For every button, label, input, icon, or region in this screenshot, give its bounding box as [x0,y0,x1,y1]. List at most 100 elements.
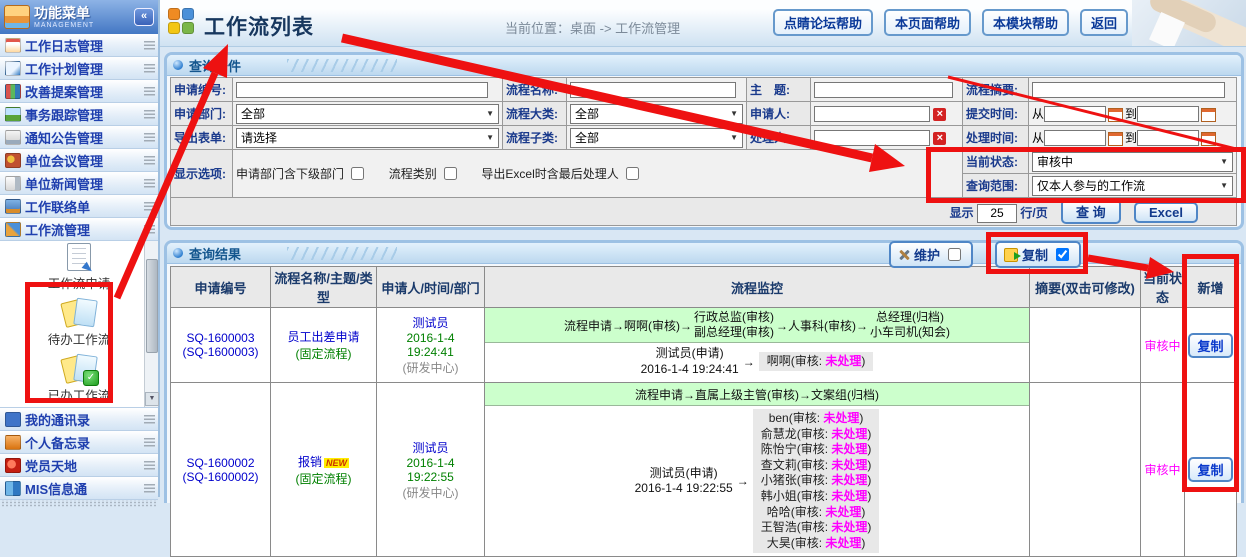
applicant-input[interactable] [814,106,930,122]
flow-category-select[interactable]: 全部▼ [570,104,743,124]
pending-handlers-box: ben(审核: 未处理)俞慧龙(审核: 未处理)陈怡宁(审核: 未处理)查文莉(… [753,409,880,553]
search-panel-title: 查询条件 [189,56,241,75]
option-include-subdept[interactable]: 申请部门含下级部门 [236,167,367,181]
collapse-sidebar-button[interactable]: « [134,8,154,26]
caret-down-icon: ▼ [486,133,494,142]
forum-help-button[interactable]: 点睛论坛帮助 [773,9,873,36]
sidebar-title: 功能菜单 [34,6,130,20]
submenu-scrollbar[interactable]: ▼ [144,241,158,407]
option-flow-type[interactable]: 流程类别 [389,167,460,181]
handler-input[interactable] [814,130,930,146]
sidebar-item-party[interactable]: 党员天地 [0,454,158,477]
sidebar-item-notice[interactable]: 通知公告管理 [0,126,158,149]
row-copy-button[interactable]: 复制 [1188,333,1232,358]
flow-subcategory-select[interactable]: 全部▼ [570,128,743,148]
flow-monitor-cell: 流程申请→啊啊(审核)→ 行政总监(审核)副总经理(审核) →人事科(审核)→ … [485,308,1030,383]
handle-from-input[interactable] [1044,130,1106,146]
sidebar-item-work-plan[interactable]: 工作计划管理 [0,57,158,80]
query-button[interactable]: 查 询 [1061,199,1121,224]
current-status-select[interactable]: 审核中 ▼ [1032,152,1233,172]
submit-from-input[interactable] [1044,106,1106,122]
sidebar-item-task-tracking[interactable]: 事务跟踪管理 [0,103,158,126]
submenu-label: 工作流申请 [48,273,111,292]
copy-checkbox[interactable] [1056,248,1069,261]
sidebar-item-label: 工作日志管理 [25,36,140,55]
drag-handle-icon [144,87,155,96]
handle-to-input[interactable] [1137,130,1199,146]
sidebar-item-memo[interactable]: 个人备忘录 [0,431,158,454]
flow-type-checkbox[interactable] [444,167,457,180]
flow-name-cell[interactable]: 报销NEW(固定流程) [271,383,377,557]
sidebar-item-meeting[interactable]: 单位会议管理 [0,149,158,172]
calendar-icon[interactable] [1108,132,1123,146]
sidebar-item-work-log[interactable]: 工作日志管理 [0,34,158,57]
panel-bullet-icon [173,248,183,258]
maintain-checkbox[interactable] [948,248,961,261]
calendar-icon[interactable] [1201,132,1216,146]
flow-route-banner: 流程申请→直属上级主管(审核)→文案组(归档) [485,383,1029,406]
clear-applicant-icon[interactable]: × [933,108,946,121]
calendar-icon[interactable] [1108,108,1123,122]
sidebar-item-label: 单位会议管理 [25,151,140,170]
handler-status-line: 陈怡宁(审核: 未处理) [761,442,872,458]
search-form: 申请编号: 流程名称: 主 题: 流程摘要: 申请部门: 全部▼ 流程大类: 全… [170,77,1237,226]
sidebar-item-contact-sheet[interactable]: 工作联络单 [0,195,158,218]
apply-dept-select[interactable]: 全部▼ [236,104,499,124]
option-excel-last-handler[interactable]: 导出Excel时含最后处理人 [481,167,642,181]
export-form-label: 导出表单: [171,126,233,150]
sidebar-item-improvement[interactable]: 改善提案管理 [0,80,158,103]
drag-handle-icon [144,225,155,234]
results-panel: 查询结果 维护 复制 申请编号 流程名称/主题/类型 申请人/时间/部门 流程监… [164,240,1244,503]
include-subdept-checkbox[interactable] [351,167,364,180]
route-stack: 行政总监(审核)副总经理(审核) [694,310,774,340]
submenu-pending-workflow[interactable]: 待办工作流 [0,297,158,348]
col-apply-no: 申请编号 [171,267,271,308]
sidebar-item-label: 工作计划管理 [25,59,140,78]
submit-to-input[interactable] [1137,106,1199,122]
calendar-icon[interactable] [1201,108,1216,122]
back-button[interactable]: 返回 [1080,9,1128,36]
page-help-button[interactable]: 本页面帮助 [884,9,971,36]
copy-button[interactable]: 复制 [995,241,1081,268]
flow-name-cell[interactable]: 员工出差申请(固定流程) [271,308,377,383]
excel-last-handler-checkbox[interactable] [626,167,639,180]
flow-subcategory-value: 全部 [575,129,599,146]
table-row: SQ-1600003(SQ-1600003) 员工出差申请(固定流程) 测试员2… [171,308,1237,383]
caret-down-icon: ▼ [1220,157,1228,166]
rows-per-page-input[interactable] [977,204,1017,223]
apply-no-cell[interactable]: SQ-1600003(SQ-1600003) [171,308,271,383]
new-action-cell: 复制 [1185,383,1237,557]
sidebar-item-label: MIS信息通 [25,479,140,498]
sidebar-item-news[interactable]: 单位新闻管理 [0,172,158,195]
route-segment: 流程申请→直属上级主管(审核)→文案组(归档) [635,386,879,403]
from-label: 从 [1032,131,1044,145]
query-scope-select[interactable]: 仅本人参与的工作流▼ [1032,176,1233,196]
page-header: 工作流列表 当前位置：桌面 -> 工作流管理 点睛论坛帮助 本页面帮助 本模块帮… [160,0,1246,47]
maintain-button[interactable]: 维护 [889,241,973,268]
option-label: 导出Excel时含最后处理人 [481,167,618,181]
module-help-button[interactable]: 本模块帮助 [982,9,1069,36]
apply-no-cell[interactable]: SQ-1600002(SQ-1600002) [171,383,271,557]
applicant-label: 申请人: [747,102,811,126]
sidebar-item-contacts[interactable]: 我的通讯录 [0,408,158,431]
sidebar-item-workflow[interactable]: 工作流管理 [0,218,158,241]
apply-no-input[interactable] [236,82,488,98]
subject-input[interactable] [814,82,953,98]
breadcrumb: 当前位置：桌面 -> 工作流管理 [505,18,680,37]
clear-handler-icon[interactable]: × [933,132,946,145]
drag-handle-icon [144,41,155,50]
excel-button[interactable]: Excel [1134,202,1198,223]
scroll-down-arrow-icon[interactable]: ▼ [145,392,159,406]
summary-cell[interactable] [1030,383,1141,557]
flow-name-input[interactable] [570,82,736,98]
applicant-step: 测试员(申请)2016-1-4 19:24:41 [641,346,739,377]
submenu-workflow-apply[interactable]: 工作流申请 [0,243,158,292]
row-copy-button[interactable]: 复制 [1188,457,1232,482]
summary-cell[interactable] [1030,308,1141,383]
scrollbar-thumb[interactable] [146,259,158,353]
current-status-value: 审核中 [1037,153,1073,170]
results-header-row: 申请编号 流程名称/主题/类型 申请人/时间/部门 流程监控 摘要(双击可修改)… [171,267,1237,308]
flow-summary-input[interactable] [1032,82,1225,98]
export-form-select[interactable]: 请选择▼ [236,128,499,148]
submenu-done-workflow[interactable]: ✓ 已办工作流 [0,353,158,404]
